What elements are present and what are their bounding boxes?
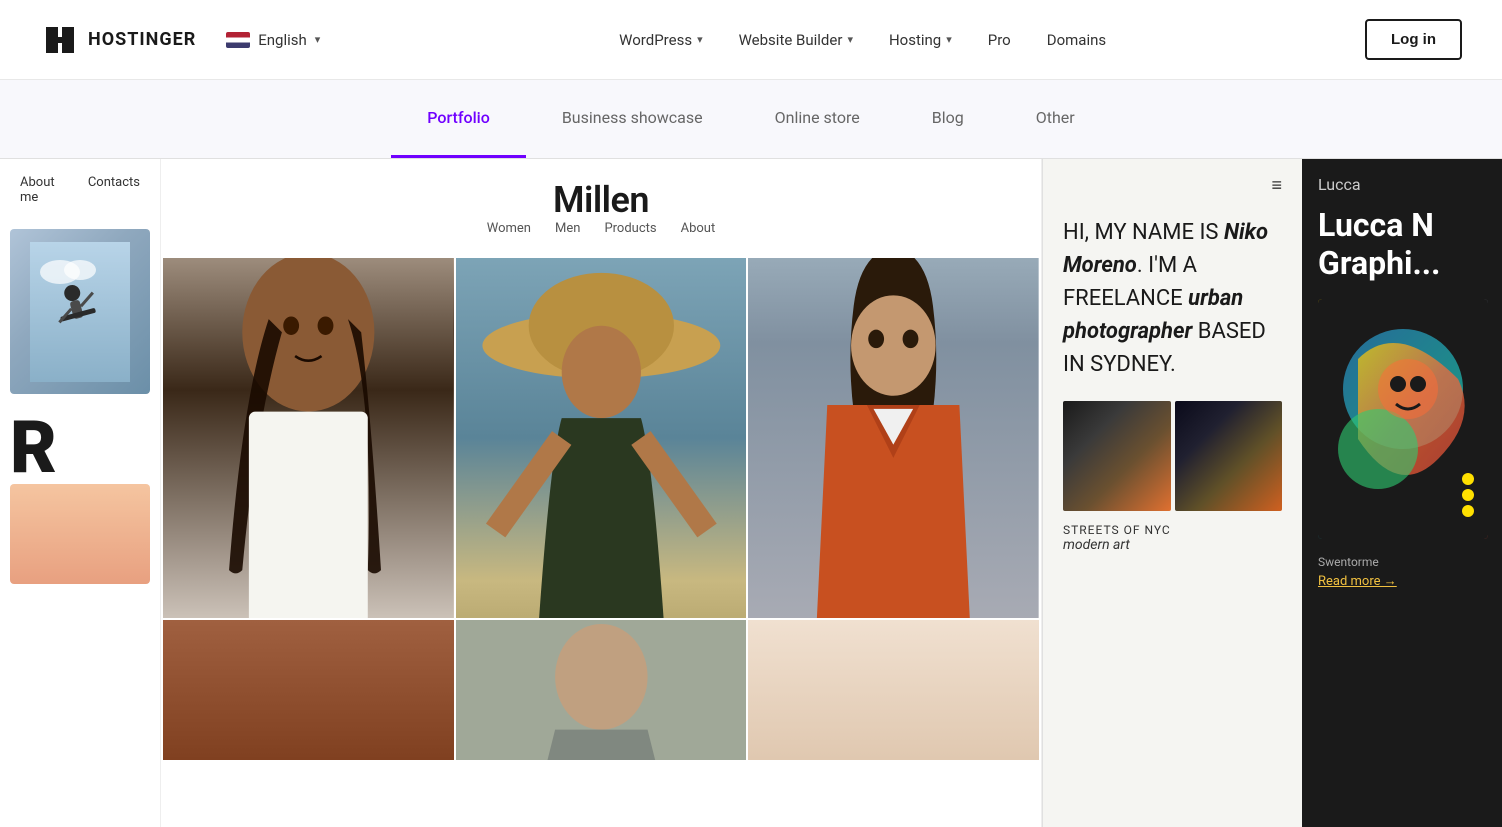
nav-domains[interactable]: Domains <box>1033 23 1120 57</box>
tab-other[interactable]: Other <box>1000 80 1111 158</box>
main-content: About me Contacts <box>0 159 1502 827</box>
millen-photo-grid <box>161 258 1041 618</box>
swentorme-label: Swentorme <box>1318 555 1486 569</box>
photo-card-4 <box>163 620 454 760</box>
category-tabs: Portfolio Business showcase Online store… <box>0 80 1502 159</box>
photo-card-3 <box>748 258 1039 618</box>
bio-text: HI, MY NAME IS NikoMoreno. I'M AFREELANC… <box>1063 216 1282 381</box>
millen-title: Millen <box>161 179 1041 221</box>
logo[interactable]: HOSTINGER <box>40 21 196 59</box>
streets-subtitle: modern art <box>1063 537 1282 553</box>
lucca-title: Lucca NGraphi... <box>1318 206 1486 283</box>
hamburger-menu-icon[interactable]: ≡ <box>1063 175 1282 196</box>
photo-card-2 <box>456 258 747 618</box>
millen-nav-women[interactable]: Women <box>487 221 531 236</box>
login-button[interactable]: Log in <box>1365 19 1462 60</box>
photo-card-6 <box>748 620 1039 760</box>
chevron-down-icon: ▾ <box>946 33 952 46</box>
nav-hosting[interactable]: Hosting ▾ <box>875 23 966 57</box>
lucca-preview-panel[interactable]: Lucca Lucca NGraphi... <box>1302 159 1502 827</box>
bio-photo-2 <box>1175 401 1283 511</box>
left-bottom-image <box>10 484 150 584</box>
header-right: Log in <box>1365 19 1462 60</box>
tab-portfolio[interactable]: Portfolio <box>391 80 526 158</box>
tab-online-store[interactable]: Online store <box>739 80 896 158</box>
tabs-list: Portfolio Business showcase Online store… <box>391 80 1110 158</box>
lucca-name-label: Lucca <box>1318 175 1486 194</box>
millen-nav-men[interactable]: Men <box>555 221 580 236</box>
about-me-link[interactable]: About me <box>20 175 68 205</box>
tab-business-showcase[interactable]: Business showcase <box>526 80 739 158</box>
left-big-letter: R <box>0 402 160 484</box>
chevron-down-icon: ▾ <box>315 33 321 46</box>
hostinger-logo-icon <box>40 21 78 59</box>
logo-text: HOSTINGER <box>88 29 196 50</box>
left-nav: About me Contacts <box>0 159 160 221</box>
millen-template-preview[interactable]: Millen Women Men Products About <box>160 159 1042 827</box>
language-label: English <box>258 31 307 49</box>
millen-nav: Women Men Products About <box>161 221 1041 246</box>
nav-wordpress[interactable]: WordPress ▾ <box>605 23 716 57</box>
bio-photo-1 <box>1063 401 1171 511</box>
photo-card-5 <box>456 620 747 760</box>
contacts-link[interactable]: Contacts <box>88 175 140 205</box>
language-selector[interactable]: English ▾ <box>226 31 320 49</box>
nav-website-builder[interactable]: Website Builder ▾ <box>725 23 867 57</box>
snowboarder-illustration <box>30 242 130 382</box>
chevron-down-icon: ▾ <box>697 33 703 46</box>
left-top-image <box>10 229 150 394</box>
tab-blog[interactable]: Blog <box>896 80 1000 158</box>
millen-nav-products[interactable]: Products <box>604 221 656 236</box>
read-more-link[interactable]: Read more → <box>1318 573 1486 589</box>
millen-nav-about[interactable]: About <box>681 221 716 236</box>
photo-card-1 <box>163 258 454 618</box>
lucca-artwork-image <box>1318 299 1488 539</box>
flag-icon <box>226 32 250 48</box>
millen-header: Millen Women Men Products About <box>161 159 1041 258</box>
photographer-bio-panel: ≡ HI, MY NAME IS NikoMoreno. I'M AFREELA… <box>1042 159 1302 827</box>
chevron-down-icon: ▾ <box>847 33 853 46</box>
streets-title: STREETS OF NYC <box>1063 523 1282 537</box>
nav-pro[interactable]: Pro <box>974 23 1025 57</box>
millen-bottom-row <box>161 618 1041 760</box>
bio-photo-grid <box>1063 401 1282 511</box>
header: HOSTINGER English ▾ WordPress ▾ Website … <box>0 0 1502 80</box>
left-preview-panel: About me Contacts <box>0 159 160 827</box>
main-nav: WordPress ▾ Website Builder ▾ Hosting ▾ … <box>360 23 1365 57</box>
